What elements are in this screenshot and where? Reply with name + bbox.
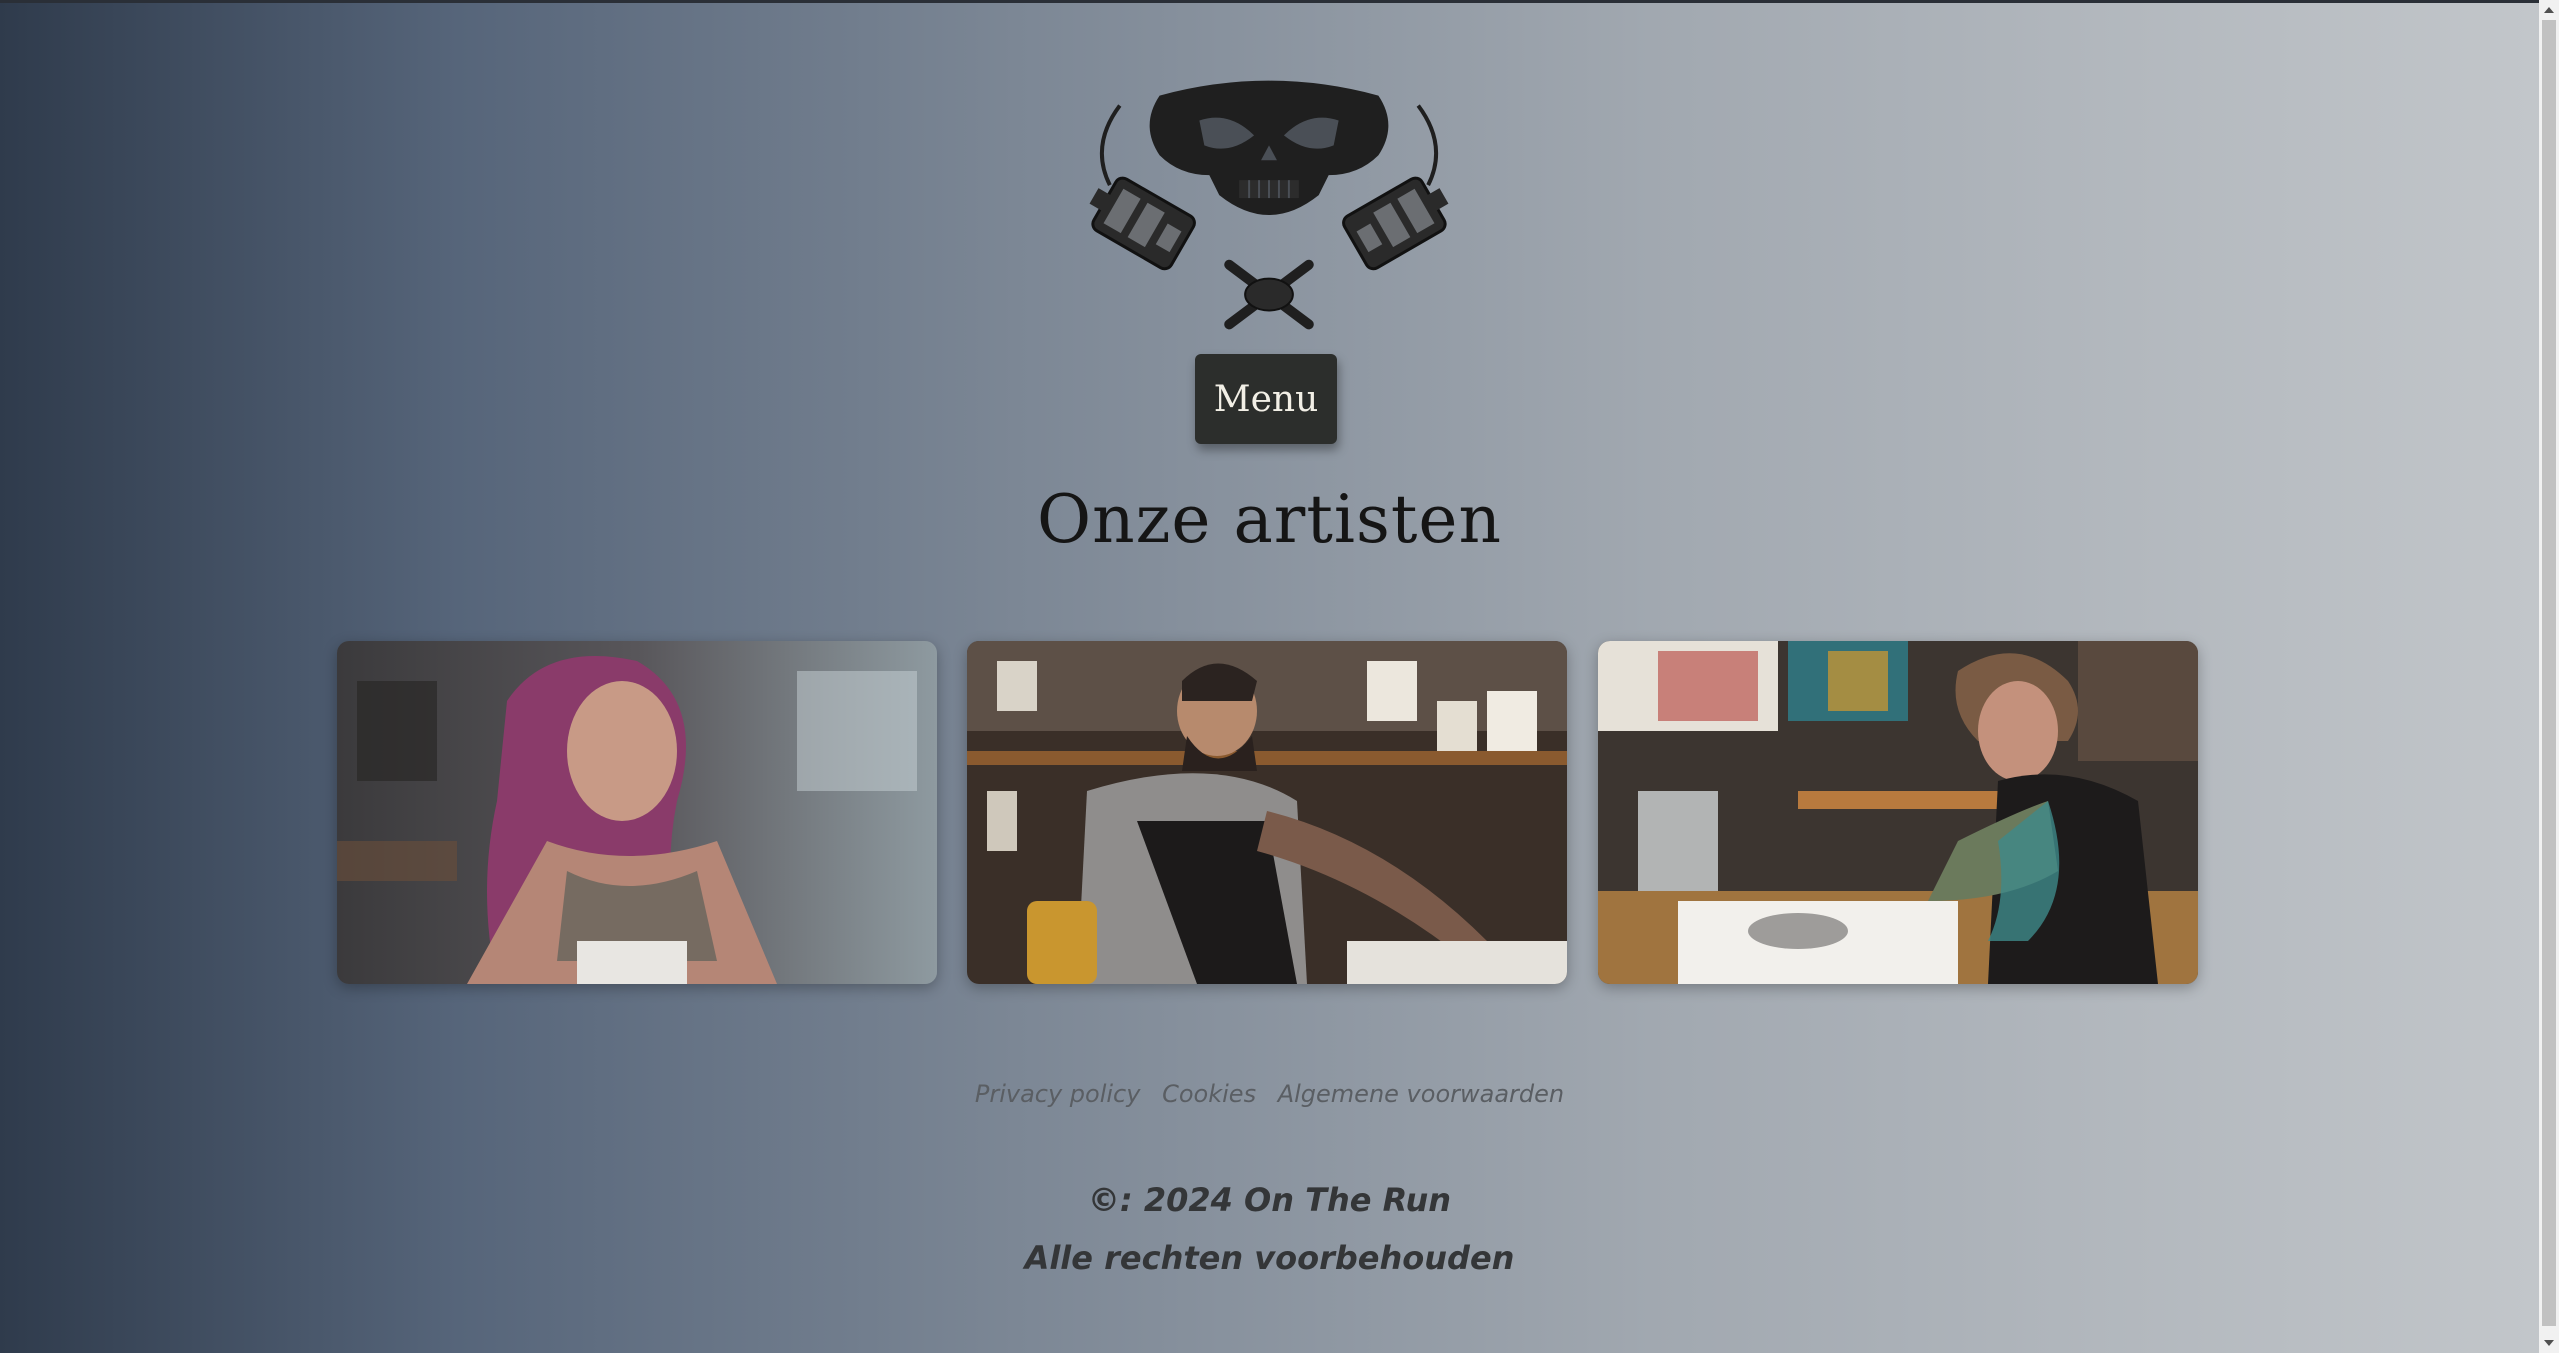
artist-photo-man-tattooing bbox=[967, 641, 1567, 984]
cookies-link[interactable]: Cookies bbox=[1162, 1080, 1256, 1108]
scroll-down-arrow-icon[interactable] bbox=[2539, 1333, 2559, 1353]
rights-text: Alle rechten voorbehouden bbox=[1024, 1239, 1515, 1277]
artist-photo-woman-drawing bbox=[1598, 641, 2198, 984]
page-title: Onze artisten bbox=[1037, 481, 1502, 558]
privacy-policy-link[interactable]: Privacy policy bbox=[975, 1080, 1141, 1108]
artist-card[interactable] bbox=[967, 641, 1567, 984]
scroll-up-arrow-icon[interactable] bbox=[2539, 0, 2559, 20]
page-background: Menu Onze artisten Privacy policy Cookie… bbox=[0, 3, 2539, 1353]
terms-link[interactable]: Algemene voorwaarden bbox=[1278, 1080, 1564, 1108]
artist-card[interactable] bbox=[337, 641, 937, 984]
artist-card[interactable] bbox=[1598, 641, 2198, 984]
copyright: ©: 2024 On The Run Alle rechten voorbeho… bbox=[0, 1171, 2539, 1287]
menu-button[interactable]: Menu bbox=[1195, 354, 1337, 444]
skull-logo-icon[interactable] bbox=[1080, 75, 1458, 345]
footer-links: Privacy policy Cookies Algemene voorwaar… bbox=[0, 1080, 2539, 1108]
scroll-thumb[interactable] bbox=[2542, 20, 2556, 1326]
vertical-scrollbar[interactable] bbox=[2539, 0, 2559, 1353]
copyright-text: ©: 2024 On The Run bbox=[1087, 1181, 1452, 1219]
artist-photo-woman-pink-hair bbox=[337, 641, 937, 984]
